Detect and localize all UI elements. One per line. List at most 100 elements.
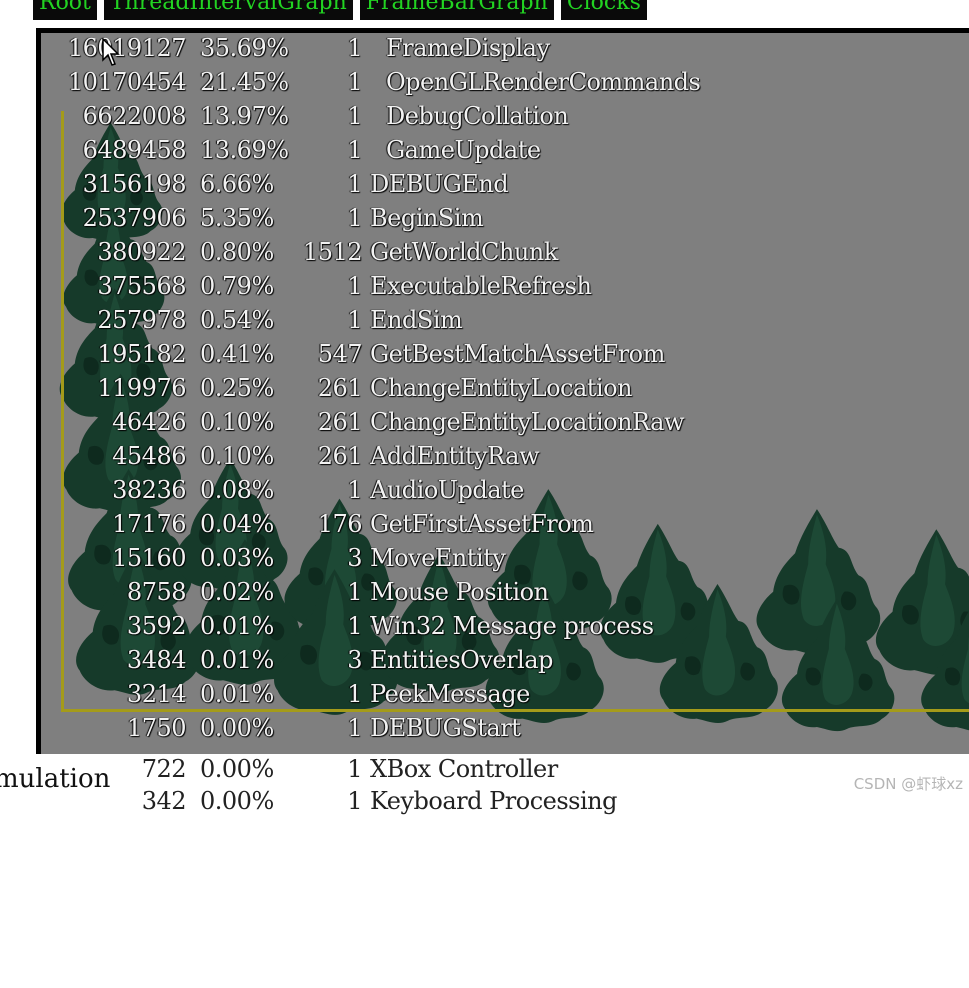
block-name: ChangeEntityLocationRaw	[370, 408, 685, 436]
block-name: ChangeEntityLocation	[370, 374, 633, 402]
hit-count: 1	[347, 272, 362, 300]
profiler-panel: 16019127 35.69% 1 FrameDisplay 10170454 …	[36, 28, 969, 754]
profile-row[interactable]: 8758 0.02% 1 Mouse Position	[36, 575, 549, 609]
percent: 0.01%	[200, 680, 274, 708]
profile-row[interactable]: 195182 0.41% 547 GetBestMatchAssetFrom	[36, 337, 665, 371]
block-name: Keyboard Processing	[370, 787, 617, 815]
cycle-count: 8758	[126, 578, 187, 606]
profile-row[interactable]: 6489458 13.69% 1 GameUpdate	[36, 133, 541, 167]
block-name: GetBestMatchAssetFrom	[370, 340, 665, 368]
profile-row[interactable]: 38236 0.08% 1 AudioUpdate	[36, 473, 524, 507]
cycle-count: 3484	[126, 646, 187, 674]
percent: 6.66%	[200, 170, 274, 198]
hit-count: 1	[347, 680, 362, 708]
percent: 13.97%	[200, 102, 289, 130]
block-name: DEBUGStart	[370, 714, 521, 742]
profile-row[interactable]: 1750 0.00% 1 DEBUGStart	[36, 711, 521, 745]
hit-count: 1	[347, 612, 362, 640]
percent: 0.04%	[200, 510, 274, 538]
profile-row[interactable]: 17176 0.04% 176 GetFirstAssetFrom	[36, 507, 594, 541]
profile-row[interactable]: 3156198 6.66% 1 DEBUGEnd	[36, 167, 509, 201]
block-name: EntitiesOverlap	[370, 646, 553, 674]
cycle-count: 380922	[97, 238, 186, 266]
cycle-count: 119976	[97, 374, 186, 402]
percent: 0.00%	[200, 787, 274, 815]
cycle-count: 46426	[112, 408, 186, 436]
cycle-count: 195182	[97, 340, 186, 368]
hit-count: 1	[347, 578, 362, 606]
profile-row[interactable]: 16019127 35.69% 1 FrameDisplay	[36, 31, 550, 65]
profile-row[interactable]: 2537906 5.35% 1 BeginSim	[36, 201, 484, 235]
profile-row[interactable]: 3214 0.01% 1 PeekMessage	[36, 677, 530, 711]
tab-thread-interval-graph[interactable]: ThreadIntervalGraph	[103, 0, 353, 20]
simulation-label: mulation	[0, 764, 111, 794]
cycle-count: 15160	[112, 544, 186, 572]
percent: 21.45%	[200, 68, 289, 96]
debug-menu-tabs: Root ThreadIntervalGraph FrameBarGraph C…	[33, 0, 647, 20]
percent: 0.79%	[200, 272, 274, 300]
percent: 35.69%	[200, 34, 289, 62]
percent: 0.01%	[200, 612, 274, 640]
cycle-count: 6622008	[82, 102, 187, 130]
tab-root[interactable]: Root	[33, 0, 97, 20]
hit-count: 261	[317, 408, 363, 436]
cycle-count: 2537906	[82, 204, 187, 232]
percent: 0.00%	[200, 714, 274, 742]
profile-row[interactable]: 380922 0.80% 1512 GetWorldChunk	[36, 235, 558, 269]
block-name: DEBUGEnd	[370, 170, 509, 198]
percent: 0.54%	[200, 306, 274, 334]
cycle-count: 10170454	[67, 68, 187, 96]
block-name: Win32 Message process	[370, 612, 654, 640]
hit-count: 1	[347, 476, 362, 504]
mouse-cursor-icon	[102, 38, 120, 66]
profile-row[interactable]: 3484 0.01% 3 EntitiesOverlap	[36, 643, 553, 677]
percent: 0.10%	[200, 442, 274, 470]
block-name: PeekMessage	[370, 680, 530, 708]
hit-count: 547	[317, 340, 363, 368]
tab-frame-bar-graph[interactable]: FrameBarGraph	[359, 0, 554, 20]
percent: 13.69%	[200, 136, 289, 164]
hit-count: 3	[347, 544, 362, 572]
hit-count: 1	[347, 136, 362, 164]
watermark: CSDN @虾球xz	[853, 775, 963, 793]
hit-count: 1	[347, 714, 362, 742]
cycle-count: 1750	[126, 714, 187, 742]
profile-row[interactable]: 45486 0.10% 261 AddEntityRaw	[36, 439, 539, 473]
profile-row[interactable]: 119976 0.25% 261 ChangeEntityLocation	[36, 371, 632, 405]
block-name: AddEntityRaw	[370, 442, 540, 470]
block-name: GetWorldChunk	[370, 238, 558, 266]
hit-count: 261	[317, 442, 363, 470]
profile-row[interactable]: 15160 0.03% 3 MoveEntity	[36, 541, 506, 575]
block-name: AudioUpdate	[370, 476, 524, 504]
hit-count: 1	[347, 755, 362, 783]
profile-row[interactable]: 257978 0.54% 1 EndSim	[36, 303, 462, 337]
percent: 0.10%	[200, 408, 274, 436]
percent: 5.35%	[200, 204, 274, 232]
block-name: DebugCollation	[386, 102, 569, 130]
block-name: EndSim	[370, 306, 463, 334]
profile-row[interactable]: 10170454 21.45% 1 OpenGLRenderCommands	[36, 65, 701, 99]
profile-row[interactable]: 6622008 13.97% 1 DebugCollation	[36, 99, 569, 133]
hit-count: 176	[317, 510, 363, 538]
hit-count: 1	[347, 34, 362, 62]
percent: 0.02%	[200, 578, 274, 606]
hit-count: 261	[317, 374, 363, 402]
cycle-count: 45486	[112, 442, 186, 470]
block-name: XBox Controller	[370, 755, 558, 783]
block-name: FrameDisplay	[386, 34, 550, 62]
hit-count: 1512	[302, 238, 363, 266]
percent: 0.03%	[200, 544, 274, 572]
hit-count: 1	[347, 102, 362, 130]
percent: 0.01%	[200, 646, 274, 674]
block-name: GetFirstAssetFrom	[370, 510, 594, 538]
profile-row[interactable]: 3592 0.01% 1 Win32 Message process	[36, 609, 654, 643]
cycle-count: 38236	[112, 476, 186, 504]
profile-row[interactable]: 46426 0.10% 261 ChangeEntityLocationRaw	[36, 405, 684, 439]
tab-clocks[interactable]: Clocks	[560, 0, 647, 20]
cycle-count: 375568	[97, 272, 186, 300]
block-name: BeginSim	[370, 204, 484, 232]
cycle-count: 3592	[126, 612, 187, 640]
profile-row[interactable]: 375568 0.79% 1 ExecutableRefresh	[36, 269, 592, 303]
cycle-count: 257978	[97, 306, 186, 334]
percent: 0.41%	[200, 340, 274, 368]
